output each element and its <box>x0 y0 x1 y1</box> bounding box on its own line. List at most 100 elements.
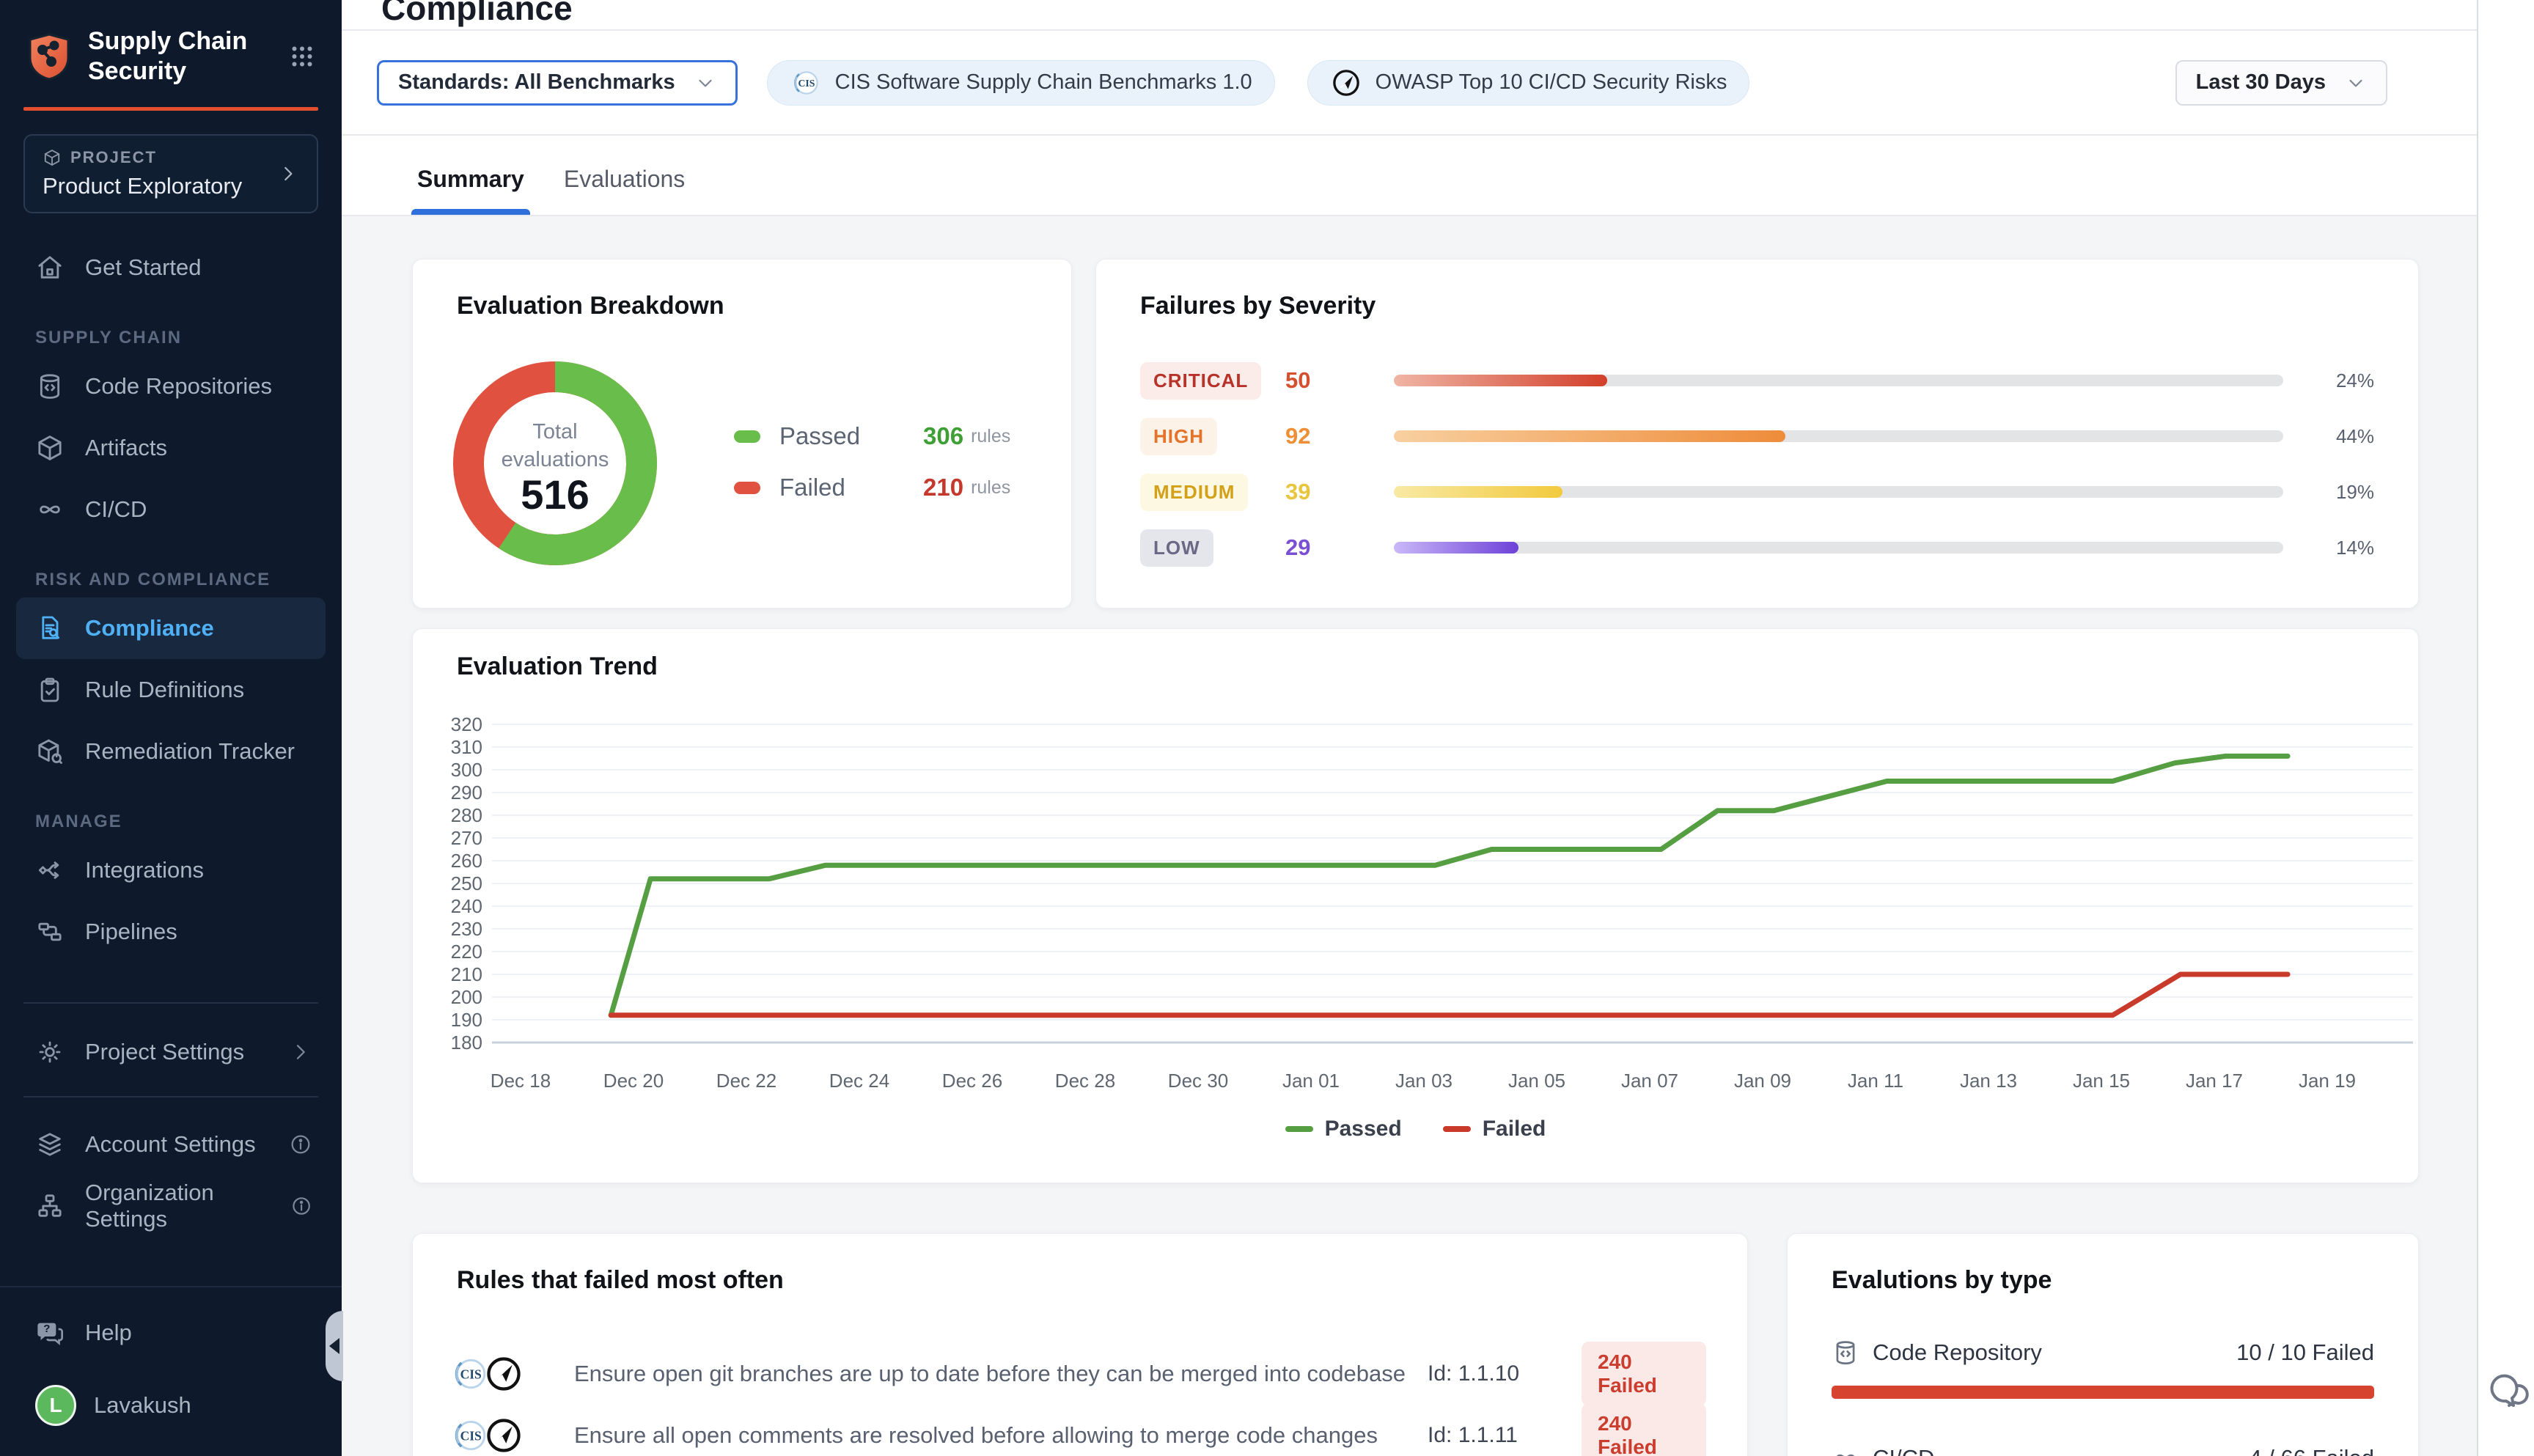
share-icon <box>35 856 65 885</box>
sidebar-collapse-handle[interactable] <box>326 1311 343 1381</box>
sidebar-item-project-settings[interactable]: Project Settings <box>0 1021 342 1083</box>
severity-badge: CRITICAL <box>1140 362 1261 400</box>
svg-text:280: 280 <box>451 804 482 826</box>
rule-icons: CIS <box>449 1353 559 1394</box>
svg-text:CIS: CIS <box>460 1429 482 1444</box>
type-value: 10 / 10 Failed <box>2236 1339 2374 1366</box>
failures-by-severity-card: Failures by Severity CRITICAL5024%HIGH92… <box>1095 259 2419 608</box>
sidebar-item-code-repositories[interactable]: Code Repositories <box>0 356 342 417</box>
sidebar-item-label: CI/CD <box>85 496 147 523</box>
clipboard-icon <box>35 675 65 705</box>
sidebar-item-label: Get Started <box>85 254 202 281</box>
svg-text:Jan 15: Jan 15 <box>2073 1070 2130 1092</box>
sidebar-divider <box>23 1002 318 1004</box>
type-label: CI/CD <box>1873 1445 1934 1456</box>
legend-swatch <box>734 482 760 494</box>
shield-logo-icon <box>26 32 72 81</box>
sidebar-item-get-started[interactable]: Get Started <box>0 237 342 298</box>
severity-bar-fill <box>1394 486 1562 498</box>
svg-text:Jan 05: Jan 05 <box>1508 1070 1565 1092</box>
rules-failed-card: Rules that failed most often CISEnsure o… <box>412 1233 1748 1456</box>
svg-text:Jan 17: Jan 17 <box>2186 1070 2243 1092</box>
severity-bar-track <box>1394 375 2283 386</box>
severity-bar-track <box>1394 486 2283 498</box>
rule-row[interactable]: CISEnsure open git branches are up to da… <box>413 1342 1747 1403</box>
legend-swatch <box>1285 1126 1313 1132</box>
severity-bar-track <box>1394 430 2283 442</box>
svg-text:Jan 11: Jan 11 <box>1848 1070 1903 1092</box>
evaluations-by-type-card: Evalutions by type Code Repository10 / 1… <box>1787 1233 2419 1456</box>
breakdown-legend-row: Passed306rules <box>734 411 1010 462</box>
trend-legend-item: Failed <box>1443 1117 1546 1141</box>
svg-text:516: 516 <box>521 471 589 518</box>
svg-text:Jan 07: Jan 07 <box>1621 1070 1678 1092</box>
sidebar-item-label: Organization Settings <box>85 1180 290 1232</box>
user-menu[interactable]: L Lavakush <box>0 1372 342 1438</box>
benchmark-chip[interactable]: CISCIS Software Supply Chain Benchmarks … <box>767 60 1275 106</box>
severity-count: 50 <box>1285 367 1373 394</box>
severity-row: HIGH9244% <box>1096 408 2418 464</box>
svg-text:Dec 18: Dec 18 <box>491 1070 551 1092</box>
severity-percent: 19% <box>2336 481 2374 504</box>
sidebar-item-ci-cd[interactable]: CI/CD <box>0 479 342 540</box>
failed-count-badge: 240 Failed <box>1582 1342 1706 1406</box>
rule-row[interactable]: CISEnsure all open comments are resolved… <box>413 1403 1747 1456</box>
severity-badge: MEDIUM <box>1140 474 1248 511</box>
benchmark-chip[interactable]: OWASP Top 10 CI/CD Security Risks <box>1307 60 1750 106</box>
type-row-head: Code Repository10 / 10 Failed <box>1832 1336 2374 1369</box>
svg-text:290: 290 <box>451 782 482 804</box>
tab-summary[interactable]: Summary <box>411 166 530 215</box>
info-icon[interactable] <box>289 1133 312 1156</box>
collapse-arrow-icon <box>329 1338 339 1354</box>
sidebar-item-label: Project Settings <box>85 1039 244 1065</box>
evaluation-trend-plot: 1801902002102202302402502602702802903003… <box>413 629 2420 1184</box>
cube-icon <box>43 148 62 167</box>
brand-title: Supply Chain Security <box>88 26 289 87</box>
sidebar-item-remediation-tracker[interactable]: Remediation Tracker <box>0 721 342 782</box>
severity-rows: CRITICAL5024%HIGH9244%MEDIUM3919%LOW2914… <box>1096 353 2418 576</box>
tab-evaluations[interactable]: Evaluations <box>558 166 691 215</box>
type-row: Code Repository10 / 10 Failed <box>1832 1336 2374 1399</box>
svg-text:Dec 30: Dec 30 <box>1168 1070 1228 1092</box>
sidebar: Supply Chain Security PROJECT Product Ex… <box>0 0 342 1456</box>
sidebar-item-pipelines[interactable]: Pipelines <box>0 901 342 963</box>
sidebar-item-integrations[interactable]: Integrations <box>0 839 342 901</box>
date-range-dropdown[interactable]: Last 30 Days <box>2175 60 2387 106</box>
project-selector[interactable]: PROJECT Product Exploratory <box>23 134 318 213</box>
legend-swatch <box>1443 1126 1471 1132</box>
svg-text:Jan 19: Jan 19 <box>2299 1070 2356 1092</box>
pipeline-icon <box>35 917 65 946</box>
svg-text:Dec 26: Dec 26 <box>942 1070 1002 1092</box>
type-value: 4 / 66 Failed <box>2249 1445 2374 1456</box>
chat-bubble-icon[interactable] <box>2484 1364 2534 1415</box>
svg-text:310: 310 <box>451 736 482 758</box>
content-area: Evaluation Breakdown Totalevaluations516… <box>342 218 2477 1456</box>
right-rail <box>2477 0 2534 1456</box>
avatar: L <box>35 1385 76 1426</box>
help-button[interactable]: ? Help <box>0 1304 342 1362</box>
chevron-right-icon <box>289 1040 312 1064</box>
svg-text:270: 270 <box>451 827 482 849</box>
svg-text:Dec 24: Dec 24 <box>829 1070 889 1092</box>
sidebar-item-compliance[interactable]: Compliance <box>16 598 326 659</box>
info-icon[interactable] <box>290 1194 312 1218</box>
severity-row: MEDIUM3919% <box>1096 464 2418 520</box>
standards-dropdown[interactable]: Standards: All Benchmarks <box>377 60 738 106</box>
svg-text:CIS: CIS <box>798 78 815 89</box>
severity-badge: LOW <box>1140 529 1213 567</box>
severity-percent: 44% <box>2336 425 2374 448</box>
breakdown-legend-row: Failed210rules <box>734 462 1010 513</box>
severity-bar-fill <box>1394 430 1785 442</box>
layers-gear-icon <box>35 1130 65 1159</box>
chevron-right-icon <box>277 163 299 185</box>
sidebar-item-rule-definitions[interactable]: Rule Definitions <box>0 659 342 721</box>
severity-count: 92 <box>1285 423 1373 449</box>
sidebar-item-artifacts[interactable]: Artifacts <box>0 417 342 479</box>
svg-text:230: 230 <box>451 918 482 940</box>
sidebar-item-account-settings[interactable]: Account Settings <box>0 1114 342 1175</box>
trend-legend-item: Passed <box>1285 1117 1402 1141</box>
home-icon <box>35 253 65 282</box>
app-grid-icon[interactable] <box>289 43 315 70</box>
owasp-icon <box>483 1353 524 1394</box>
sidebar-item-organization-settings[interactable]: Organization Settings <box>0 1175 342 1237</box>
